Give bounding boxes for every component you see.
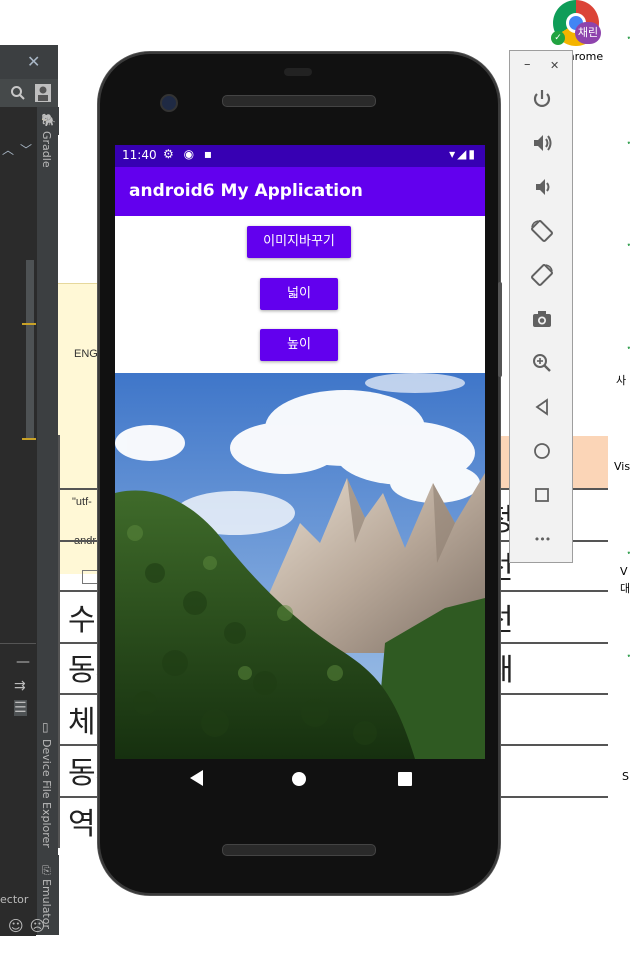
minimize-icon[interactable]: – bbox=[524, 57, 531, 72]
doc-fragment: ENG bbox=[74, 348, 98, 360]
feedback-icons[interactable]: ☺☹ bbox=[8, 917, 51, 935]
volume-up-icon[interactable] bbox=[528, 129, 556, 157]
back-icon[interactable] bbox=[528, 393, 556, 421]
desktop-label: 사 bbox=[616, 374, 627, 387]
desktop-strip: ✓ ✓ ✓ ✓ 사 Vis ✓ V 대 ✓ S bbox=[608, 0, 630, 958]
phone-side-button bbox=[498, 282, 502, 377]
height-button[interactable]: 높이 bbox=[260, 329, 338, 361]
status-notification-icons: ⚙ ◉ ▪ bbox=[163, 147, 215, 161]
volume-down-icon[interactable] bbox=[528, 173, 556, 201]
table-border bbox=[58, 435, 60, 848]
search-icon[interactable] bbox=[10, 85, 26, 101]
zoom-icon[interactable] bbox=[528, 349, 556, 377]
phone-speaker bbox=[222, 844, 376, 856]
scroll-marker bbox=[22, 438, 36, 440]
desktop-label: V bbox=[620, 565, 628, 578]
front-camera bbox=[160, 94, 178, 112]
ide-window: ✕ ︿ ﹀ 🐘 Gradle ▯ Device File Explorer ⎘ … bbox=[0, 45, 59, 936]
ide-scrollbar[interactable] bbox=[26, 260, 34, 440]
profile-badge: 채린 bbox=[575, 22, 601, 44]
desktop-label: S bbox=[622, 770, 629, 783]
phone-top-slot bbox=[284, 68, 312, 76]
nav-home-button[interactable] bbox=[292, 772, 306, 786]
ide-right-tool-strip: 🐘 Gradle ▯ Device File Explorer ⎘ Emulat… bbox=[36, 107, 59, 935]
desktop-label: Vis bbox=[614, 460, 630, 473]
minimize-icon[interactable]: — bbox=[16, 654, 30, 670]
check-icon: ✓ bbox=[551, 31, 565, 45]
status-system-icons: ▾◢▮ bbox=[449, 147, 477, 161]
power-icon[interactable] bbox=[528, 85, 556, 113]
scroll-marker bbox=[22, 323, 36, 325]
width-button[interactable]: 넓이 bbox=[260, 278, 338, 310]
rotate-left-icon[interactable] bbox=[528, 217, 556, 245]
chevron-up-icon[interactable]: ︿ bbox=[2, 141, 14, 158]
close-icon[interactable]: ✕ bbox=[550, 59, 559, 72]
close-icon[interactable]: ✕ bbox=[27, 52, 40, 71]
check-icon: ✓ bbox=[626, 648, 630, 661]
chevron-down-icon[interactable]: ﹀ bbox=[20, 141, 32, 158]
emulator-icon: ⎘ bbox=[42, 864, 51, 877]
wrap-icon[interactable]: ⇉ bbox=[14, 678, 26, 694]
table-cell: 역 bbox=[68, 807, 96, 842]
rotate-right-icon[interactable] bbox=[528, 261, 556, 289]
ide-toolbar bbox=[0, 79, 58, 107]
gradle-tab[interactable]: Gradle bbox=[40, 131, 53, 168]
status-time: 11:40 bbox=[122, 148, 157, 162]
home-icon[interactable] bbox=[528, 437, 556, 465]
nav-back-button[interactable] bbox=[190, 770, 203, 786]
elephant-icon[interactable]: 🐘 bbox=[41, 113, 56, 127]
mountain-image bbox=[115, 373, 485, 759]
check-icon: ✓ bbox=[626, 340, 630, 353]
phone-speaker bbox=[222, 95, 376, 107]
overview-icon[interactable] bbox=[528, 481, 556, 509]
filter-icon[interactable]: ☰ bbox=[14, 700, 27, 716]
device-icon: ▯ bbox=[42, 720, 49, 734]
table-cell: 체 bbox=[68, 705, 96, 740]
check-icon: ✓ bbox=[626, 545, 630, 558]
check-icon: ✓ bbox=[626, 135, 630, 148]
desktop-label: 대 bbox=[620, 582, 630, 595]
table-cell: 수 bbox=[68, 603, 96, 638]
ide-titlebar: ✕ bbox=[0, 45, 58, 80]
emulator-toolbar: – ✕ ••• bbox=[509, 50, 573, 563]
inspector-label: ector bbox=[0, 893, 29, 906]
device-file-explorer-tab[interactable]: Device File Explorer bbox=[40, 739, 53, 848]
check-icon: ✓ bbox=[626, 237, 630, 250]
nav-recents-button[interactable] bbox=[398, 772, 412, 786]
user-icon[interactable] bbox=[35, 84, 51, 102]
change-image-button[interactable]: 이미지바꾸기 bbox=[247, 226, 351, 258]
camera-icon[interactable] bbox=[528, 305, 556, 333]
app-title: android6 My Application bbox=[129, 181, 363, 201]
phone-screen[interactable]: 11:40 ⚙ ◉ ▪ ▾◢▮ android6 My Application … bbox=[115, 145, 485, 759]
check-icon: ✓ bbox=[626, 30, 630, 43]
status-bar: 11:40 ⚙ ◉ ▪ ▾◢▮ bbox=[115, 145, 485, 167]
app-bar: android6 My Application bbox=[115, 167, 485, 216]
more-icon[interactable]: ••• bbox=[528, 525, 556, 553]
